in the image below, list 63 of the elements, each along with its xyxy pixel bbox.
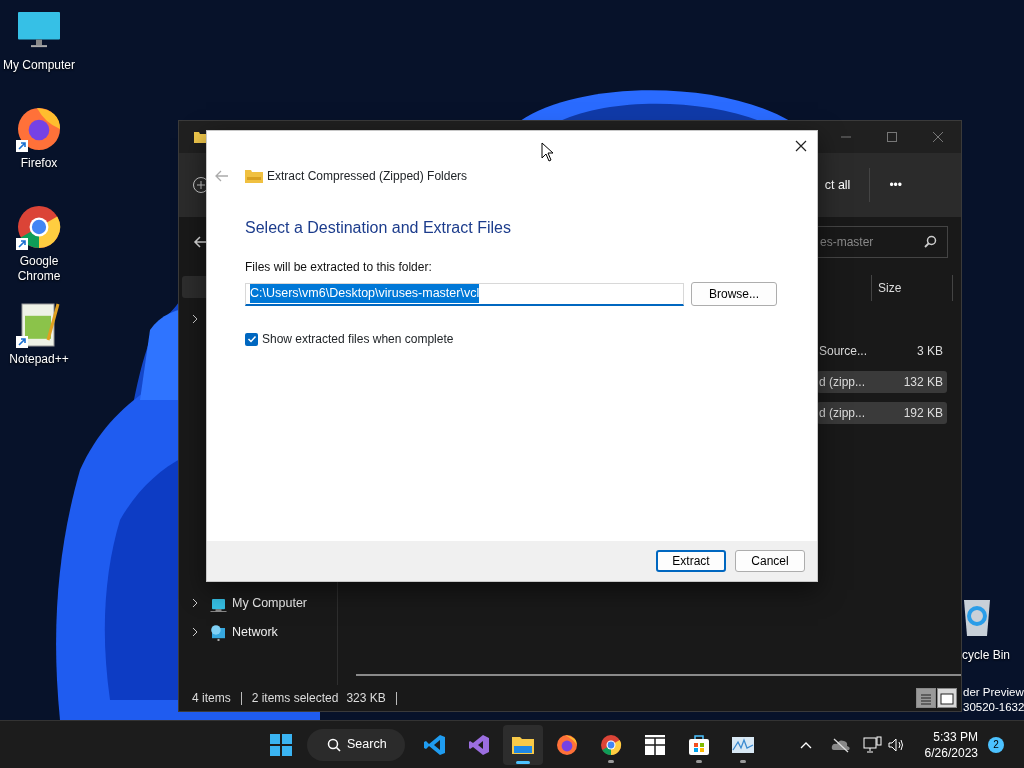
dialog-button[interactable]: Extract (656, 550, 726, 572)
search-button[interactable]: Search (307, 728, 405, 761)
icon-label[interactable]: Google Chrome (0, 254, 78, 284)
field-label: Files will be extracted to this folder: (245, 259, 433, 276)
status-text: 4 items (192, 690, 231, 707)
notification-badge[interactable]: 2 (988, 736, 1004, 753)
icon-label[interactable]: Notepad++ (9, 352, 69, 367)
file-row[interactable]: d (zipp... 192 KB (817, 402, 947, 424)
zipped-folder-icon (245, 169, 263, 183)
path-field[interactable]: C:\Users\vm6\Desktop\viruses-master\vcl (245, 282, 684, 306)
nav-item[interactable]: Network (232, 622, 278, 642)
checkbox[interactable] (245, 332, 258, 346)
status-text: 323 KB (346, 690, 386, 707)
file-type-cell-text: d (zipp... (819, 374, 866, 391)
chrome-icon[interactable] (16, 204, 62, 250)
file-size-cell-text: 3 KB (917, 343, 943, 360)
status-text: 2 items selected (251, 690, 339, 707)
file-type-cell-text: d (zipp... (819, 405, 866, 422)
browse-button[interactable]: Browse... (691, 282, 777, 306)
firefox-icon[interactable] (16, 106, 62, 152)
icon-label[interactable]: My Computer (3, 58, 75, 73)
network-icon[interactable] (862, 735, 883, 754)
dialog-title: Extract Compressed (Zipped) Folders (267, 168, 468, 185)
build-info-text: 30520-1632 (963, 700, 1024, 715)
code-editor-icon (423, 732, 447, 757)
extract-all-button[interactable]: ct all (823, 174, 852, 196)
chrome-icon (599, 732, 623, 757)
back-arrow-icon[interactable] (192, 234, 208, 250)
network-icon (210, 623, 227, 641)
dialog-button[interactable]: Cancel (735, 550, 805, 572)
file-size-cell-text: 132 KB (903, 374, 943, 391)
icon-label[interactable]: cycle Bin (962, 648, 1024, 663)
tiles-view-button[interactable] (937, 688, 957, 708)
dialog-heading: Select a Destination and Extract Files (245, 218, 512, 238)
nav-item[interactable]: My Computer (232, 594, 308, 613)
checkbox-label[interactable]: Show extracted files when complete (262, 330, 454, 348)
taskbar-button[interactable] (503, 724, 543, 765)
search-icon (327, 737, 341, 752)
volume-icon[interactable] (886, 736, 905, 753)
ide-icon (467, 732, 491, 757)
expand-chevron-icon[interactable] (190, 627, 200, 638)
window-layout-icon (643, 732, 667, 757)
file-type-cell-text: Source... (819, 343, 868, 360)
firefox-icon (555, 732, 579, 757)
build-info-text: der Preview (963, 685, 1024, 700)
more-options-button[interactable]: ••• (888, 175, 903, 195)
search-icon[interactable] (923, 235, 937, 249)
column-header[interactable]: Size (878, 279, 952, 297)
horizontal-scrollbar[interactable] (356, 674, 961, 676)
search-field[interactable]: es-master (818, 226, 948, 258)
expand-chevron-icon[interactable] (190, 314, 200, 324)
file-row[interactable]: d (zipp... 132 KB (817, 371, 947, 393)
cloud-offline-icon[interactable] (830, 736, 851, 753)
clock[interactable]: 5:33 PM 6/26/2023 (924, 728, 978, 761)
store-bag-icon (687, 732, 711, 757)
windows-logo-icon (270, 733, 292, 756)
close-icon[interactable] (794, 139, 808, 153)
file-size-cell-text: 192 KB (903, 405, 943, 422)
maximize-icon[interactable] (884, 129, 900, 145)
icon-label[interactable]: Firefox (20, 156, 58, 171)
file-row[interactable]: Source... 3 KB (817, 340, 947, 362)
expand-chevron-icon[interactable] (190, 598, 200, 609)
mouse-pointer-icon (541, 142, 555, 162)
